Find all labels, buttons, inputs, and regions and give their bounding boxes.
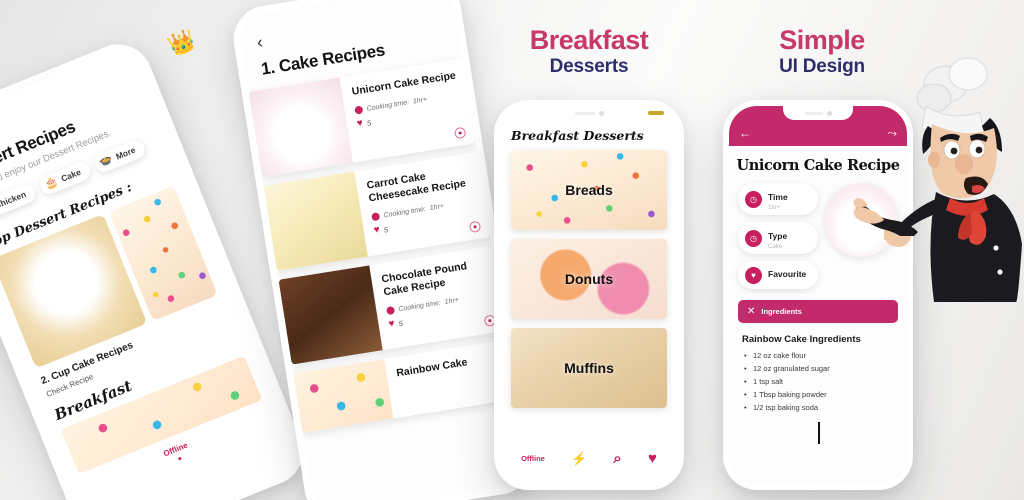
- headline-1-line2: Desserts: [549, 56, 629, 78]
- hot-food-icon: 🍲: [97, 152, 115, 169]
- cooking-time-value: 1hr+: [444, 296, 460, 306]
- nav-item-offline[interactable]: Offline: [521, 454, 545, 463]
- attribute-row-type[interactable]: ◷ Type Cake: [738, 222, 818, 254]
- cooking-time-value: 1hr+: [429, 202, 445, 212]
- attribute-label: Favourite: [768, 269, 807, 280]
- crown-icon: 👑: [164, 25, 199, 60]
- offline-status-label: Offline: [521, 453, 545, 463]
- recipe-detail-title: Unicorn Cake Recipe: [736, 157, 900, 174]
- recipe-thumbnail: [293, 359, 394, 433]
- chip-label: Cake: [59, 166, 83, 184]
- phone3-screen: Breakfast Desserts Breads Donuts Muffins…: [500, 106, 678, 484]
- clock-icon: ◷: [745, 190, 762, 208]
- promo-stage: Breakfast Desserts Simple UI Design Dess…: [0, 0, 1024, 500]
- like-count-value: 5: [397, 318, 404, 329]
- offline-status-icon: [177, 456, 182, 461]
- chip-cake[interactable]: 🎂 Cake: [36, 159, 93, 197]
- ingredients-tab[interactable]: ✕ Ingredients: [738, 300, 898, 323]
- category-label: Donuts: [564, 271, 614, 287]
- search-icon[interactable]: ⌕: [613, 451, 621, 466]
- attribute-row-time[interactable]: ◷ Time 1hr+: [738, 183, 818, 215]
- headline-breakfast-desserts: Breakfast Desserts: [484, 26, 694, 77]
- heart-icon: ♥: [745, 266, 762, 284]
- cooking-time-label: Cooking time:: [383, 205, 427, 220]
- bottom-navigation-bar: Offline ⚡ ⌕ ♥: [500, 440, 678, 484]
- recipe-body: Carrot Cake Cheesecake Recipe Cooking ti…: [354, 152, 490, 256]
- clock-icon: [371, 212, 381, 222]
- cutlery-icon: ✕: [747, 306, 756, 317]
- ingredient-item: 12 oz cake flour: [744, 351, 907, 360]
- open-recipe-button[interactable]: [468, 220, 482, 234]
- ingredient-item: 1/2 tsp baking soda: [744, 403, 907, 412]
- app-bar: ← ⤳: [729, 106, 907, 146]
- recipe-body: Chocolate Pound Cake Recipe Cooking time…: [369, 246, 505, 350]
- category-card-breads[interactable]: Breads: [511, 150, 667, 230]
- heart-icon: ♥: [387, 318, 396, 331]
- chip-chicken[interactable]: 🍗 Chicken: [0, 181, 38, 224]
- category-card-donuts[interactable]: Donuts: [511, 239, 667, 319]
- phone4-notch: [783, 106, 853, 120]
- recipe-thumbnail: [278, 265, 383, 365]
- attribute-label: Type: [768, 231, 788, 241]
- chip-more[interactable]: 🍲 More: [91, 137, 147, 175]
- like-count-value: 5: [383, 224, 389, 235]
- ingredients-list: 12 oz cake flour 12 oz granulated sugar …: [744, 351, 907, 412]
- recipe-thumbnail: [248, 77, 353, 178]
- attribute-row-favourite[interactable]: ♥ Favourite: [738, 261, 818, 289]
- headline-1-line1: Breakfast: [529, 25, 649, 55]
- arrow-left-icon[interactable]: ←: [739, 127, 751, 139]
- chip-label: Chicken: [0, 189, 28, 211]
- phone3-notch: [554, 106, 624, 120]
- status-accent-bar: [648, 111, 664, 115]
- cooking-time-label: Cooking time:: [397, 299, 442, 314]
- lightning-bolt-icon[interactable]: ⚡: [571, 452, 587, 465]
- category-label: Breads: [565, 182, 613, 198]
- like-count-value: 5: [366, 117, 372, 128]
- attribute-value: Cake: [768, 244, 783, 250]
- ingredient-item: 12 oz granulated sugar: [744, 364, 907, 373]
- heart-icon: ♥: [356, 117, 364, 130]
- tag-icon: ◷: [745, 229, 762, 247]
- ingredient-item: 1 tsp salt: [744, 377, 907, 386]
- ingredients-heading: Rainbow Cake Ingredients: [742, 334, 861, 345]
- text-cursor: [818, 422, 820, 444]
- attribute-label: Time: [768, 192, 788, 202]
- clock-icon: [354, 105, 364, 115]
- cooking-time-value: 1hr+: [412, 95, 428, 106]
- open-recipe-button[interactable]: [453, 126, 467, 140]
- chef-pointing-hand: [853, 198, 918, 236]
- phone-mockup-breakfast: Breakfast Desserts Breads Donuts Muffins…: [494, 100, 684, 490]
- recipe-attribute-list: ◷ Time 1hr+ ◷ Type Cake ♥ Favourite: [738, 183, 818, 289]
- attribute-value: 1hr+: [768, 205, 781, 211]
- recipe-thumbnail: [263, 171, 368, 271]
- ingredients-tab-label: Ingredients: [761, 307, 802, 316]
- category-card-muffins[interactable]: Muffins: [511, 328, 667, 408]
- cooking-time-label: Cooking time:: [366, 98, 410, 113]
- recipe-body: Unicorn Cake Recipe Cooking time: 1hr+ ♥…: [340, 58, 476, 162]
- page-title: Breakfast Desserts: [511, 128, 644, 143]
- category-label: Muffins: [564, 360, 614, 376]
- chip-label: More: [114, 144, 137, 162]
- clock-icon: [386, 306, 396, 316]
- birthday-cake-icon: 🎂: [42, 174, 60, 191]
- heart-icon: ♥: [373, 224, 381, 237]
- headline-2-line1: Simple: [779, 25, 865, 55]
- recipe-name: Rainbow Cake: [395, 356, 469, 380]
- heart-icon[interactable]: ♥: [648, 451, 657, 466]
- ingredient-item: 1 Tbsp baking powder: [744, 390, 907, 399]
